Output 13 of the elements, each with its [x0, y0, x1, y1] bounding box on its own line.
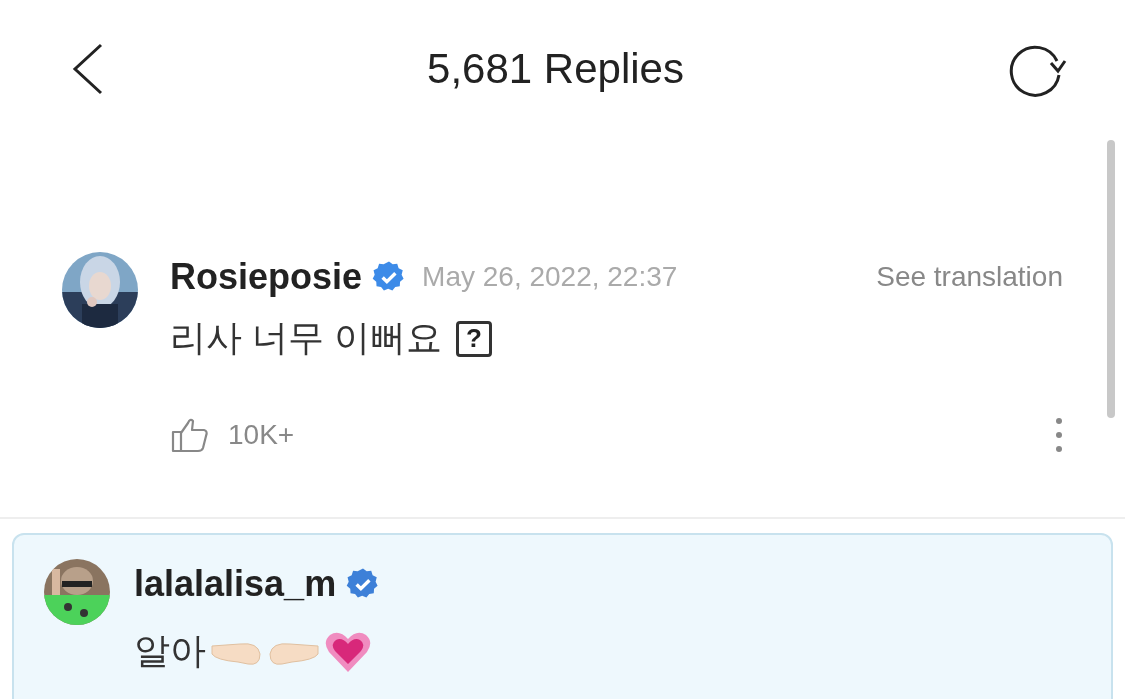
back-icon[interactable] — [72, 43, 104, 95]
missing-glyph-icon: ? — [456, 320, 492, 357]
scrollbar[interactable] — [1107, 140, 1115, 418]
reply-text: 알아 — [134, 629, 206, 673]
like-count: 10K+ — [228, 419, 295, 451]
author-name[interactable]: lalalalisa_m — [134, 563, 337, 605]
page-title: 5,681 Replies — [427, 45, 684, 93]
more-options-icon[interactable] — [1055, 417, 1063, 453]
comment-text: 리사 너무 이뻐요 — [170, 316, 442, 360]
timestamp: May 26, 2022, 22:37 — [422, 261, 678, 293]
thumbs-up-icon[interactable] — [170, 417, 210, 453]
see-translation-link[interactable]: See translation — [876, 261, 1063, 293]
author-name[interactable]: Rosieposie — [170, 256, 363, 298]
